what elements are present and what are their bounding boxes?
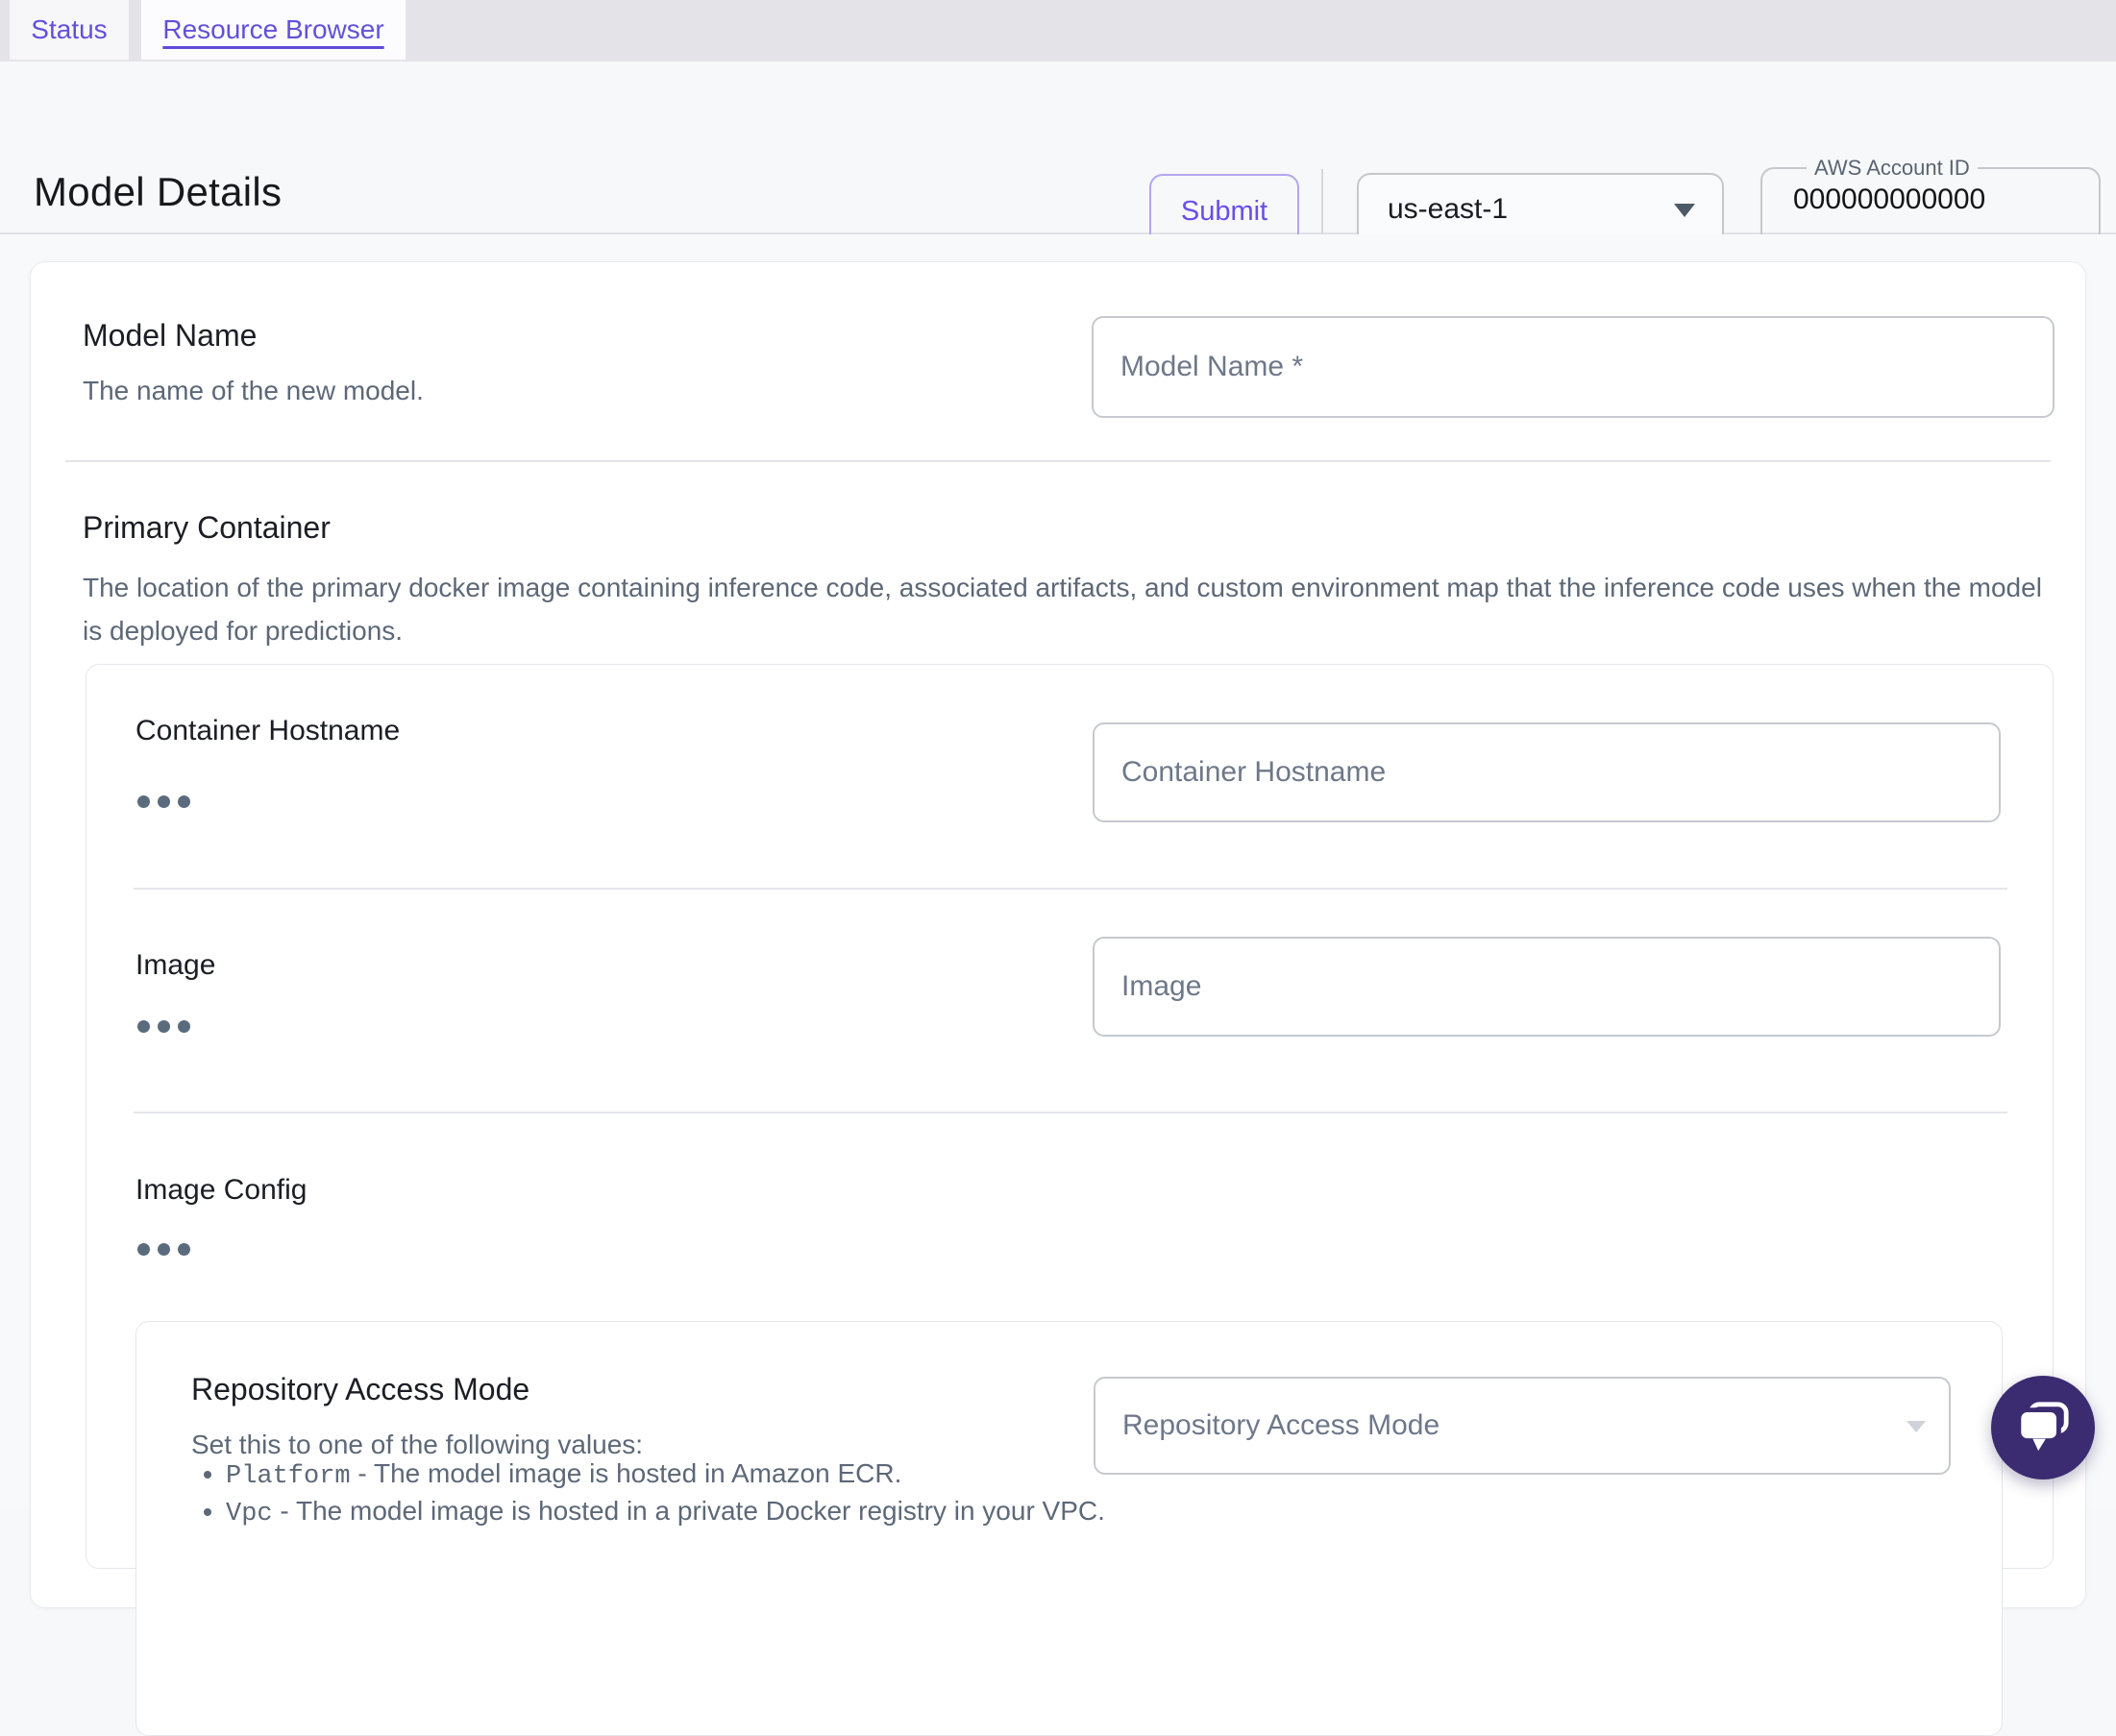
repository-access-mode-label: Repository Access Mode (191, 1372, 530, 1406)
list-item: Vpc - The model image is hosted in a pri… (226, 1494, 1105, 1531)
primary-container-label: Primary Container (83, 510, 331, 545)
image-config-label: Image Config (135, 1174, 308, 1206)
ellipsis-icon (137, 1020, 150, 1033)
tab-resource-browser[interactable]: Resource Browser (141, 0, 406, 60)
repository-access-mode-input[interactable] (1094, 1377, 1951, 1475)
ellipsis-icon (137, 795, 150, 808)
chat-widget-button[interactable] (1991, 1376, 2095, 1479)
page-title: Model Details (34, 169, 283, 214)
tab-bar: Status Resource Browser (0, 0, 2116, 61)
tab-resource-browser-label: Resource Browser (162, 14, 384, 44)
model-name-description: The name of the new model. (83, 376, 424, 405)
repository-access-mode-select[interactable] (1094, 1377, 1951, 1475)
container-hostname-label: Container Hostname (135, 715, 401, 746)
aws-account-id-label: AWS Account ID (1814, 156, 1970, 180)
model-name-label: Model Name (83, 318, 258, 353)
model-name-input[interactable] (1092, 316, 2054, 418)
row-divider (134, 888, 2007, 890)
chat-bubbles-icon (2016, 1402, 2069, 1452)
tab-status-label: Status (31, 14, 108, 44)
model-details-card: Model Name The name of the new model. Pr… (30, 261, 2086, 1736)
image-expand-options-button[interactable] (134, 1016, 194, 1037)
primary-container-description: The location of the primary docker image… (83, 573, 2042, 646)
image-label: Image (135, 949, 216, 981)
repository-access-mode-options-list: Platform - The model image is hosted in … (191, 1456, 1105, 1531)
list-item: Platform - The model image is hosted in … (226, 1456, 1105, 1494)
row-divider (134, 1112, 2007, 1113)
page-header: Model Details SGM / Create Model Submit … (0, 61, 2116, 276)
image-config-expand-options-button[interactable] (134, 1239, 194, 1259)
aws-account-id-fieldset: AWS Account ID (1760, 156, 2101, 246)
image-config-card: Repository Access Mode Set this to one o… (135, 1321, 2003, 1736)
primary-container-card: Container Hostname Image Image Config Re… (86, 664, 2054, 1736)
container-hostname-expand-options-button[interactable] (134, 792, 194, 812)
region-select-value: us-east-1 (1388, 193, 1509, 225)
ellipsis-icon (137, 1243, 150, 1256)
tab-status[interactable]: Status (10, 0, 129, 60)
image-input[interactable] (1093, 937, 2001, 1037)
section-divider (65, 460, 2051, 462)
aws-account-id-input[interactable] (1791, 183, 2064, 217)
chevron-down-icon (1674, 204, 1695, 217)
container-hostname-input[interactable] (1093, 722, 2001, 822)
